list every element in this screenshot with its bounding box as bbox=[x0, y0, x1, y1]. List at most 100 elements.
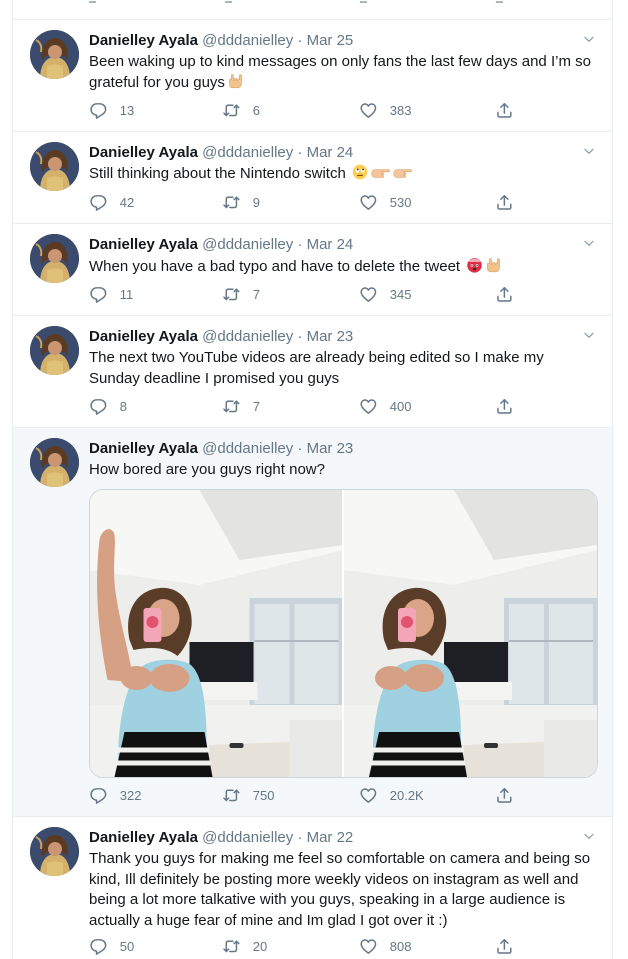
heart-icon bbox=[359, 285, 378, 304]
reply-button[interactable]: 50 bbox=[89, 937, 134, 956]
author-handle[interactable]: @dddanielley bbox=[202, 440, 293, 457]
retweet-icon bbox=[222, 285, 241, 304]
reply-button[interactable]: 322 bbox=[89, 786, 141, 805]
retweet-button[interactable]: 20 bbox=[222, 937, 267, 956]
heart-icon[interactable]: ▔ bbox=[360, 2, 367, 13]
media-grid bbox=[89, 489, 598, 778]
tweet-date[interactable]: · Mar 23 bbox=[297, 328, 353, 345]
author-name[interactable]: Danielley Ayala bbox=[89, 236, 198, 253]
tweet[interactable]: Danielley Ayala @dddanielley · Mar 23 Th… bbox=[13, 316, 612, 428]
author-handle[interactable]: @dddanielley bbox=[202, 144, 293, 161]
retweet-icon bbox=[222, 101, 241, 120]
author-name[interactable]: Danielley Ayala bbox=[89, 328, 198, 345]
share-button[interactable] bbox=[495, 937, 514, 956]
tweet-text: Been waking up to kind messages on only … bbox=[89, 53, 591, 91]
share-icon bbox=[495, 937, 514, 956]
author-handle[interactable]: @dddanielley bbox=[202, 829, 293, 846]
heart-icon bbox=[359, 397, 378, 416]
avatar[interactable] bbox=[30, 326, 79, 375]
previous-tweet-footer: ▔ ▔ ▔ ▔ bbox=[13, 0, 612, 20]
tweet[interactable]: Danielley Ayala @dddanielley · Mar 22 Th… bbox=[13, 817, 612, 959]
reply-button[interactable]: 13 bbox=[89, 101, 134, 120]
share-button[interactable] bbox=[495, 285, 514, 304]
chevron-down-icon[interactable] bbox=[582, 829, 596, 843]
reply-count: 50 bbox=[119, 938, 135, 954]
share-icon bbox=[495, 397, 514, 416]
like-button[interactable]: 530 bbox=[359, 193, 411, 212]
face-with-rolling-eyes-emoji bbox=[352, 164, 368, 180]
author-name[interactable]: Danielley Ayala bbox=[89, 144, 198, 161]
retweet-button[interactable]: 9 bbox=[222, 193, 260, 212]
exploding-head-emoji bbox=[466, 256, 483, 273]
author-handle[interactable]: @dddanielley bbox=[202, 328, 293, 345]
retweet-button[interactable]: 6 bbox=[222, 101, 260, 120]
tweet[interactable]: Danielley Ayala @dddanielley · Mar 24 St… bbox=[13, 132, 612, 224]
mirror-selfie-photo-1[interactable] bbox=[90, 490, 342, 777]
tweet-date[interactable]: · Mar 23 bbox=[297, 440, 353, 457]
like-button[interactable]: 383 bbox=[359, 101, 411, 120]
tweet[interactable]: Danielley Ayala @dddanielley · Mar 24 Wh… bbox=[13, 224, 612, 316]
share-button[interactable] bbox=[495, 101, 514, 120]
share-button[interactable] bbox=[495, 786, 514, 805]
like-count: 400 bbox=[389, 398, 412, 414]
tweet-header: Danielley Ayala @dddanielley · Mar 22 bbox=[89, 828, 582, 848]
chevron-down-icon[interactable] bbox=[582, 32, 596, 46]
author-name[interactable]: Danielley Ayala bbox=[89, 829, 198, 846]
tweet-actions: 322 750 20.2K bbox=[89, 786, 592, 806]
tweet-date[interactable]: · Mar 24 bbox=[297, 236, 353, 253]
author-handle[interactable]: @dddanielley bbox=[202, 236, 293, 253]
like-button[interactable]: 808 bbox=[359, 937, 411, 956]
like-button[interactable]: 20.2K bbox=[359, 786, 424, 805]
reply-count: 8 bbox=[119, 398, 127, 414]
reply-count: 13 bbox=[119, 102, 135, 118]
tweet-header: Danielley Ayala @dddanielley · Mar 24 bbox=[89, 143, 582, 163]
like-button[interactable]: 400 bbox=[359, 397, 411, 416]
reply-icon bbox=[89, 786, 108, 805]
avatar[interactable] bbox=[30, 30, 79, 79]
chevron-down-icon[interactable] bbox=[582, 328, 596, 342]
rock-on-hand-emoji bbox=[227, 73, 243, 89]
share-button[interactable] bbox=[495, 397, 514, 416]
author-name[interactable]: Danielley Ayala bbox=[89, 32, 198, 49]
chevron-down-icon[interactable] bbox=[582, 144, 596, 158]
retweet-count: 6 bbox=[252, 102, 260, 118]
reply-button[interactable]: 8 bbox=[89, 397, 127, 416]
retweet-count: 7 bbox=[252, 286, 260, 302]
mirror-selfie-photo-2[interactable] bbox=[344, 490, 597, 777]
share-icon bbox=[495, 285, 514, 304]
share-button[interactable] bbox=[495, 193, 514, 212]
tweet-date[interactable]: · Mar 22 bbox=[297, 829, 353, 846]
tweet[interactable]: Danielley Ayala @dddanielley · Mar 23 Ho… bbox=[13, 428, 612, 817]
share-icon bbox=[495, 101, 514, 120]
pointing-hand-emoji bbox=[370, 166, 390, 180]
retweet-count: 750 bbox=[252, 787, 275, 803]
retweet-icon bbox=[222, 193, 241, 212]
avatar[interactable] bbox=[30, 234, 79, 283]
like-count: 383 bbox=[389, 102, 412, 118]
like-button[interactable]: 345 bbox=[359, 285, 411, 304]
tweet-text: How bored are you guys right now? bbox=[89, 461, 325, 478]
tweet[interactable]: Danielley Ayala @dddanielley · Mar 25 Be… bbox=[13, 20, 612, 132]
rock-on-hand-emoji bbox=[485, 257, 501, 273]
avatar[interactable] bbox=[30, 438, 79, 487]
avatar[interactable] bbox=[30, 142, 79, 191]
retweet-icon[interactable]: ▔ bbox=[225, 2, 232, 13]
reply-button[interactable]: 11 bbox=[89, 285, 133, 304]
chevron-down-icon[interactable] bbox=[582, 236, 596, 250]
retweet-button[interactable]: 7 bbox=[222, 285, 260, 304]
tweet-header: Danielley Ayala @dddanielley · Mar 24 bbox=[89, 235, 582, 255]
author-name[interactable]: Danielley Ayala bbox=[89, 440, 198, 457]
tweet-date[interactable]: · Mar 24 bbox=[297, 144, 353, 161]
tweet-date[interactable]: · Mar 25 bbox=[297, 32, 353, 49]
retweet-button[interactable]: 7 bbox=[222, 397, 260, 416]
tweet-text: The next two YouTube videos are already … bbox=[89, 349, 544, 387]
tweet-actions: 50 20 808 bbox=[89, 937, 592, 957]
reply-button[interactable]: 42 bbox=[89, 193, 134, 212]
retweet-count: 9 bbox=[252, 194, 260, 210]
reply-icon[interactable]: ▔ bbox=[89, 2, 96, 13]
tweet-text: When you have a bad typo and have to del… bbox=[89, 256, 598, 278]
avatar[interactable] bbox=[30, 827, 79, 876]
author-handle[interactable]: @dddanielley bbox=[202, 32, 293, 49]
retweet-button[interactable]: 750 bbox=[222, 786, 274, 805]
share-icon[interactable]: ▔ bbox=[496, 2, 503, 13]
